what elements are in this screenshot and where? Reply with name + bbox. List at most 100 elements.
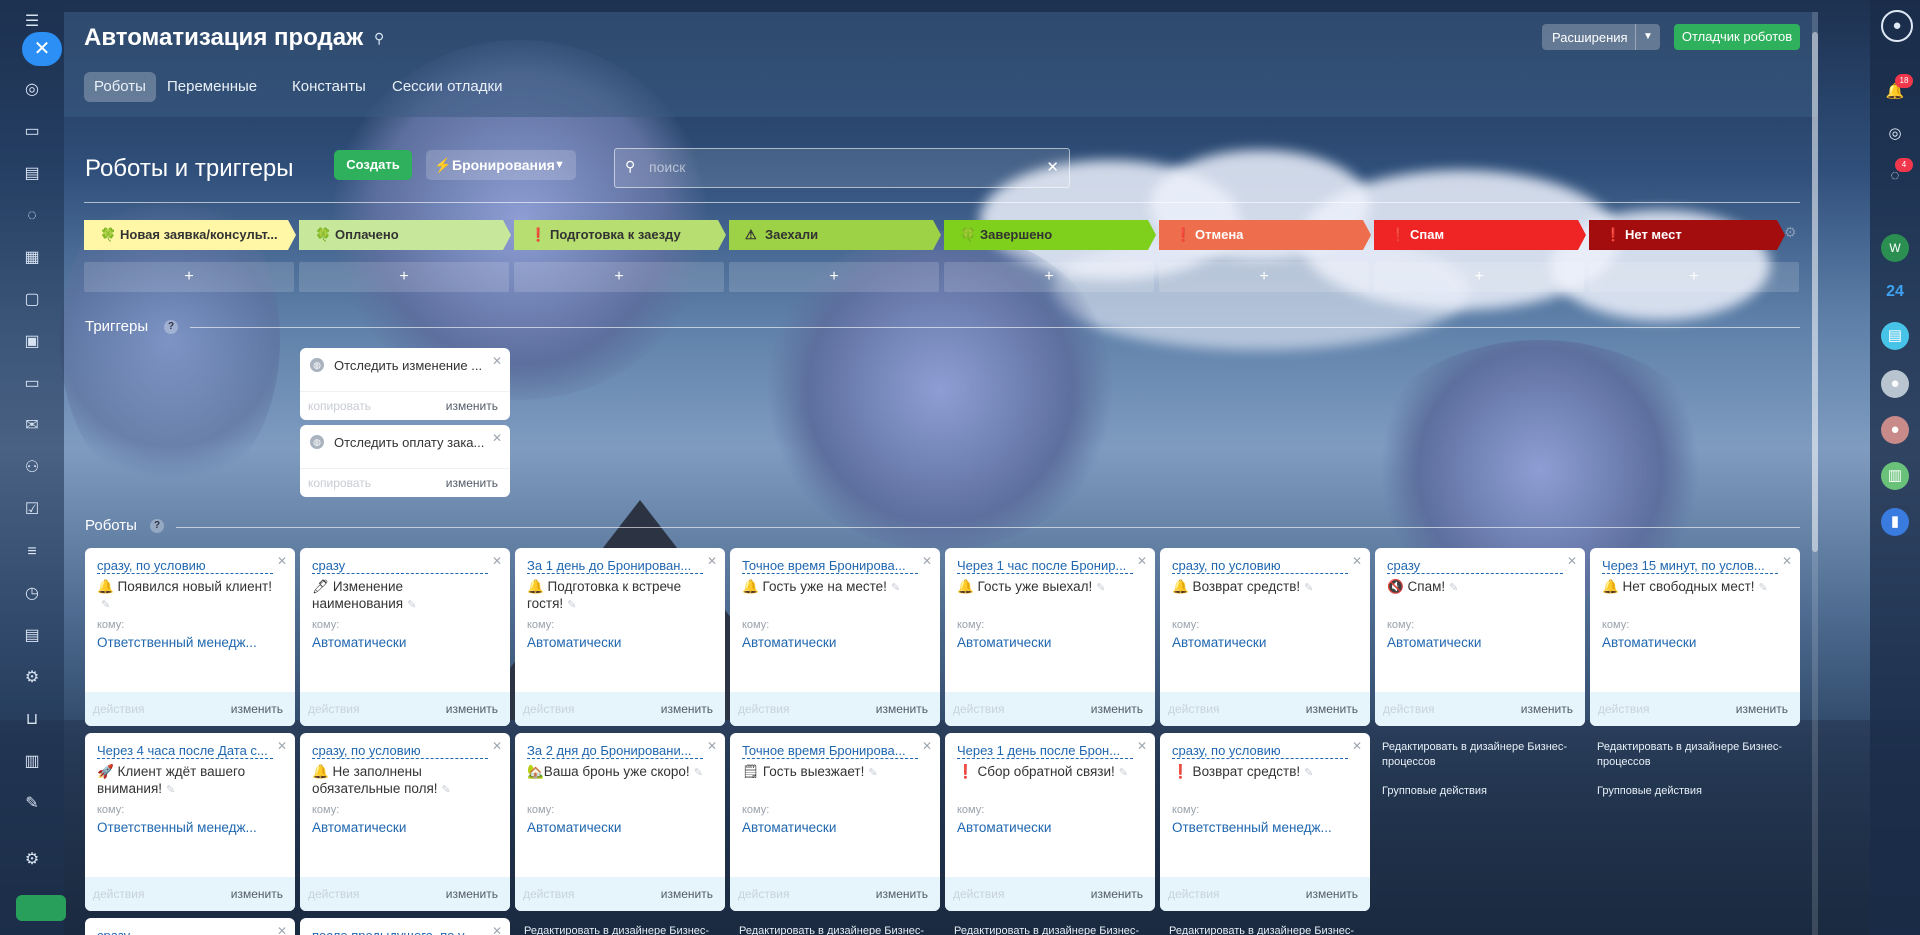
recipient-value[interactable]: Автоматически xyxy=(742,635,928,650)
close-icon[interactable]: ✕ xyxy=(492,554,502,568)
chat-icon[interactable]: ◌ 4 xyxy=(1881,158,1913,190)
analytics-icon[interactable]: ▤ xyxy=(22,626,42,646)
robot-condition-link[interactable]: Через 1 час после Бронир... xyxy=(957,558,1133,574)
copilot-icon[interactable]: ◎ xyxy=(1881,120,1909,148)
close-icon[interactable]: ✕ xyxy=(492,431,502,445)
recipient-value[interactable]: Ответственный менедж... xyxy=(97,635,283,650)
add-robot-button[interactable]: + xyxy=(514,262,724,292)
robot-card[interactable]: сразу ✕ 🔇 Спам! ✎ кому: Автоматически действия… xyxy=(1375,548,1585,726)
add-robot-button[interactable]: + xyxy=(1159,262,1369,292)
recipient-value[interactable]: Автоматически xyxy=(1172,635,1358,650)
close-slider-button[interactable]: ✕ xyxy=(22,32,62,66)
robot-card[interactable]: сразу, по условию ✕ ❗ Возврат средств! ✎ ком… xyxy=(1160,733,1370,911)
robot-condition-link[interactable]: Через 15 минут, по услов... xyxy=(1602,558,1778,574)
robot-condition-link[interactable]: сразу, по условию xyxy=(97,558,273,574)
edit-link[interactable]: изменить xyxy=(661,702,713,716)
stage-2[interactable]: 🍀 Оплачено xyxy=(299,220,511,250)
contact-avatar[interactable]: ● xyxy=(1881,370,1909,398)
robot-condition-link[interactable]: после предыдущего, по у... xyxy=(312,928,488,935)
edit-link[interactable]: изменить xyxy=(446,887,498,901)
apps-24-icon[interactable]: 24 xyxy=(1881,278,1909,306)
groups-icon[interactable]: ⚇ xyxy=(22,458,42,478)
close-icon[interactable]: ✕ xyxy=(1352,739,1362,753)
pencil-icon[interactable]: ✎ xyxy=(868,767,877,779)
robot-card[interactable]: после предыдущего, по у... ✕ xyxy=(300,918,510,935)
robot-condition-link[interactable]: сразу xyxy=(312,558,488,574)
stage-settings-icon[interactable]: ⚙ xyxy=(1784,224,1797,241)
edit-link[interactable]: изменить xyxy=(446,476,498,490)
close-icon[interactable]: ✕ xyxy=(1137,554,1147,568)
recipient-value[interactable]: Ответственный менедж... xyxy=(1172,820,1358,835)
group-actions-link[interactable]: Групповые действия xyxy=(1382,784,1572,799)
designer-link[interactable]: Редактировать в дизайнере Бизнес- xyxy=(1169,924,1359,935)
clear-search-icon[interactable]: ✕ xyxy=(1046,158,1059,176)
edit-link[interactable]: изменить xyxy=(1091,702,1143,716)
robot-condition-link[interactable]: За 1 день до Бронирован... xyxy=(527,558,703,574)
create-button[interactable]: Создать xyxy=(334,150,412,180)
cart-icon[interactable]: ⊔ xyxy=(22,710,42,730)
chevron-down-icon[interactable]: ▼ xyxy=(1635,24,1660,50)
robot-card[interactable]: Через 1 день после Брон... ✕ ❗ Сбор обратн… xyxy=(945,733,1155,911)
stage-3[interactable]: ❗ Подготовка к заезду xyxy=(514,220,726,250)
trigger-card[interactable]: ◍ Отследить изменение ... ✕ копировать и… xyxy=(300,348,510,420)
recipient-value[interactable]: Автоматически xyxy=(312,635,498,650)
close-icon[interactable]: ✕ xyxy=(277,924,287,935)
actions-link[interactable]: действия xyxy=(1168,887,1219,901)
edit-link[interactable]: изменить xyxy=(1306,887,1358,901)
close-icon[interactable]: ✕ xyxy=(1137,739,1147,753)
stage-5[interactable]: 🍀 Завершено xyxy=(944,220,1156,250)
robot-card[interactable]: Точное время Бронирова... ✕ 🗒 Гость выезжа… xyxy=(730,733,940,911)
pencil-icon[interactable]: ✎ xyxy=(1449,582,1458,594)
recipient-value[interactable]: Автоматически xyxy=(742,820,928,835)
actions-link[interactable]: действия xyxy=(523,887,574,901)
document-icon[interactable]: ▤ xyxy=(22,164,42,184)
designer-link[interactable]: Редактировать в дизайнере Бизнес-процесс… xyxy=(1382,740,1572,770)
search-input[interactable] xyxy=(647,158,1031,176)
robot-condition-link[interactable]: Точное время Бронирова... xyxy=(742,558,918,574)
triggers-help-icon[interactable]: ? xyxy=(164,320,178,334)
close-icon[interactable]: ✕ xyxy=(707,739,717,753)
recipient-value[interactable]: Автоматически xyxy=(1387,635,1573,650)
actions-link[interactable]: действия xyxy=(308,702,359,716)
add-robot-button[interactable]: + xyxy=(1589,262,1799,292)
recipient-value[interactable]: Автоматически xyxy=(957,820,1143,835)
pencil-icon[interactable]: ✎ xyxy=(166,784,175,796)
edit-link[interactable]: изменить xyxy=(231,887,283,901)
robot-card[interactable]: сразу ✕ 🖊 Изменение наименования ✎ кому: Авто… xyxy=(300,548,510,726)
pencil-icon[interactable]: ✎ xyxy=(1096,582,1105,594)
actions-link[interactable]: действия xyxy=(1598,702,1649,716)
stage-1[interactable]: 🍀 Новая заявка/консульт... xyxy=(84,220,296,250)
pencil-icon[interactable]: ✎ xyxy=(101,599,110,611)
tab-debug-sessions[interactable]: Сессии отладки xyxy=(382,72,512,102)
scrollbar[interactable] xyxy=(1812,12,1818,935)
tab-robots[interactable]: Роботы xyxy=(84,72,156,102)
recipient-value[interactable]: Ответственный менедж... xyxy=(97,820,283,835)
robot-card[interactable]: Через 4 часа после Дата с... ✕ 🚀 Клиент жд… xyxy=(85,733,295,911)
robot-condition-link[interactable]: сразу xyxy=(1387,558,1563,574)
edit-link[interactable]: изменить xyxy=(876,887,928,901)
settings-icon[interactable]: ⚙ xyxy=(22,850,42,870)
close-icon[interactable]: ✕ xyxy=(707,554,717,568)
close-icon[interactable]: ✕ xyxy=(922,739,932,753)
robot-card[interactable]: За 1 день до Бронирован... ✕ 🔔 Подготовка … xyxy=(515,548,725,726)
tab-variables[interactable]: Переменные xyxy=(157,72,267,102)
recipient-value[interactable]: Автоматически xyxy=(1602,635,1788,650)
robot-condition-link[interactable]: За 2 дня до Бронировани... xyxy=(527,743,703,759)
actions-link[interactable]: действия xyxy=(93,887,144,901)
menu-icon[interactable]: ☰ xyxy=(22,12,42,32)
close-icon[interactable]: ✕ xyxy=(492,924,502,935)
left-status-button[interactable] xyxy=(16,895,66,921)
trigger-card[interactable]: ◍ Отследить оплату зака... ✕ копировать … xyxy=(300,425,510,497)
pencil-icon[interactable]: ✎ xyxy=(694,767,703,779)
disk-icon[interactable]: ▢ xyxy=(22,290,42,310)
tab-constants[interactable]: Константы xyxy=(282,72,376,102)
edit-link[interactable]: изменить xyxy=(1091,887,1143,901)
edit-link[interactable]: изменить xyxy=(446,702,498,716)
stage-4[interactable]: ⚠ Заехали xyxy=(729,220,941,250)
group-actions-link[interactable]: Групповые действия xyxy=(1597,784,1787,799)
robot-debugger-button[interactable]: Отладчик роботов xyxy=(1674,24,1800,50)
copy-link[interactable]: копировать xyxy=(308,476,371,490)
close-icon[interactable]: ✕ xyxy=(1567,554,1577,568)
actions-link[interactable]: действия xyxy=(308,887,359,901)
notes-icon[interactable]: ▥ xyxy=(1881,462,1909,490)
